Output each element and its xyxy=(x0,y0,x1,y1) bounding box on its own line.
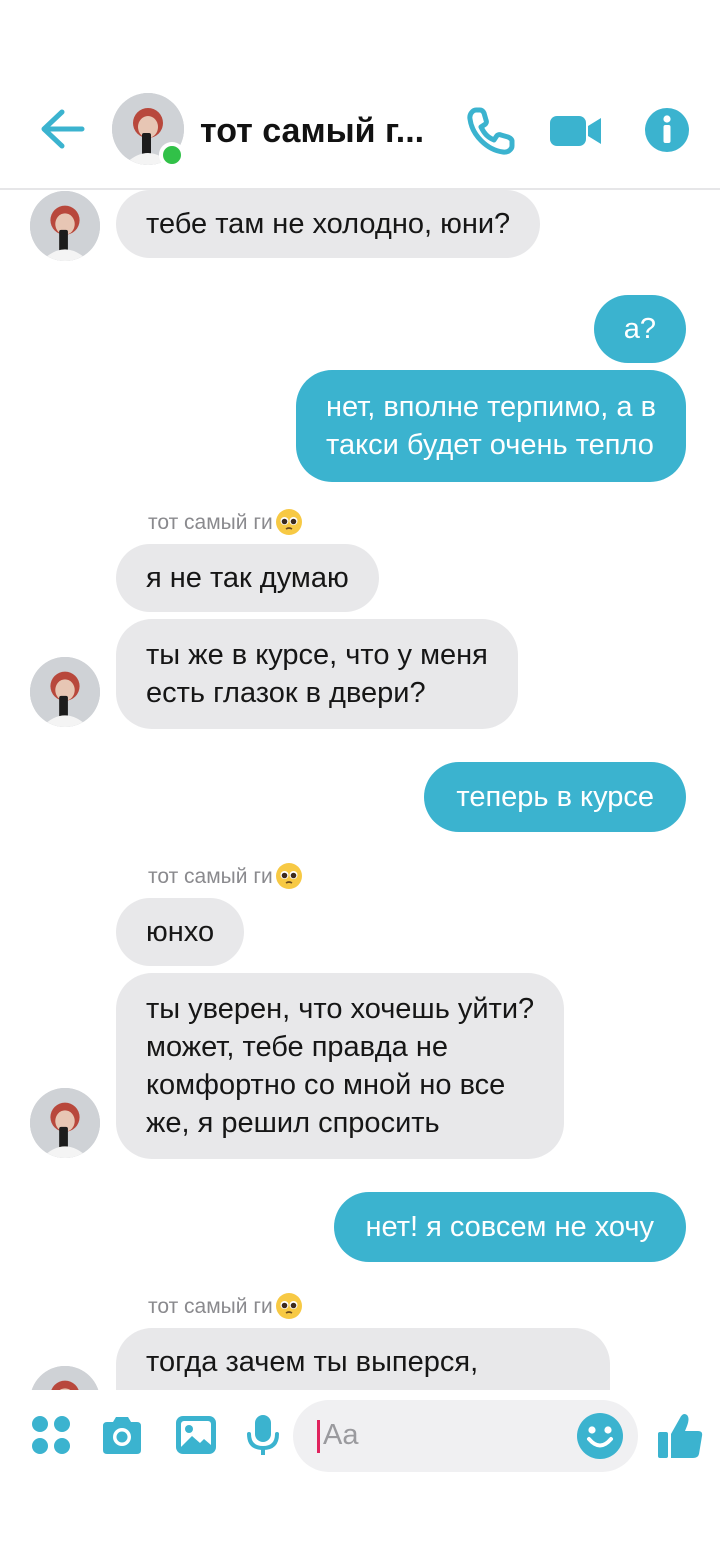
message-list[interactable]: тебе там не холодно, юни? а? нет, вполне… xyxy=(0,190,720,1390)
sender-name: тот самый ги xyxy=(148,862,303,890)
thumbs-up-icon[interactable] xyxy=(656,1410,704,1460)
sender-name: тот самый ги xyxy=(148,1292,303,1320)
contact-name[interactable]: тот самый г... xyxy=(200,112,424,151)
message-text-line: же, я решил спросить xyxy=(146,1107,440,1139)
microphone-icon[interactable] xyxy=(240,1412,286,1458)
incoming-message-bubble[interactable]: ты же в курсе, что у меня есть глазок в … xyxy=(116,619,518,729)
pleading-face-emoji-icon xyxy=(275,863,302,889)
message-text-line: ты уверен, что хочешь уйти? xyxy=(146,993,535,1025)
input-placeholder: Aa xyxy=(323,1419,359,1451)
message-text-line: ты же в курсе, что у меня xyxy=(146,639,488,671)
outgoing-message-bubble[interactable]: нет! я совсем не хочу xyxy=(333,1192,686,1262)
info-icon[interactable] xyxy=(644,107,690,153)
camera-icon[interactable] xyxy=(99,1412,145,1458)
sender-name: тот самый ги xyxy=(148,508,303,536)
message-text: юнхо xyxy=(146,916,215,948)
sender-avatar[interactable] xyxy=(30,1088,100,1158)
outgoing-message-bubble[interactable]: а? xyxy=(593,295,686,363)
message-text-line: есть глазок в двери? xyxy=(146,677,426,709)
message-composer: Aa xyxy=(0,1390,720,1485)
message-text: теперь в курсе xyxy=(456,781,654,813)
incoming-message-bubble[interactable]: юнхо xyxy=(116,898,245,966)
online-status-dot xyxy=(159,142,185,168)
pleading-face-emoji-icon xyxy=(275,509,302,535)
message-text-line: такси будет очень тепло xyxy=(326,429,654,461)
outgoing-message-bubble[interactable]: теперь в курсе xyxy=(424,762,686,832)
four-dots-menu-icon[interactable] xyxy=(28,1412,74,1458)
video-camera-icon[interactable] xyxy=(548,105,604,157)
message-text: тебе там не холодно, юни? xyxy=(146,208,511,240)
message-text: я не так думаю xyxy=(146,562,349,594)
sender-avatar[interactable] xyxy=(30,191,100,261)
message-input[interactable]: Aa xyxy=(293,1400,638,1472)
message-text-line: нет, вполне терпимо, а в xyxy=(326,391,656,423)
sender-avatar[interactable] xyxy=(30,1366,100,1390)
smiley-emoji-icon[interactable] xyxy=(576,1412,624,1460)
pleading-face-emoji-icon xyxy=(275,1293,302,1319)
chat-header: тот самый г... xyxy=(0,0,720,190)
incoming-message-bubble[interactable]: я не так думаю xyxy=(116,544,379,612)
text-cursor xyxy=(317,1420,320,1453)
message-text: нет! я совсем не хочу xyxy=(365,1211,654,1243)
message-text: тогда зачем ты выперся, xyxy=(146,1346,479,1378)
sender-avatar[interactable] xyxy=(30,657,100,727)
message-text-line: комфортно со мной но все xyxy=(146,1069,506,1101)
phone-icon[interactable] xyxy=(465,105,517,157)
image-gallery-icon[interactable] xyxy=(173,1412,219,1458)
back-arrow-icon[interactable] xyxy=(38,107,88,151)
message-text-line: может, тебе правда не xyxy=(146,1031,449,1063)
incoming-message-bubble[interactable]: ты уверен, что хочешь уйти? может, тебе … xyxy=(116,973,565,1159)
incoming-message-bubble[interactable]: тогда зачем ты выперся, xyxy=(116,1328,610,1390)
incoming-message-bubble[interactable]: тебе там не холодно, юни? xyxy=(116,190,541,258)
outgoing-message-bubble[interactable]: нет, вполне терпимо, а в такси будет оче… xyxy=(296,370,686,482)
message-text: а? xyxy=(623,313,656,345)
